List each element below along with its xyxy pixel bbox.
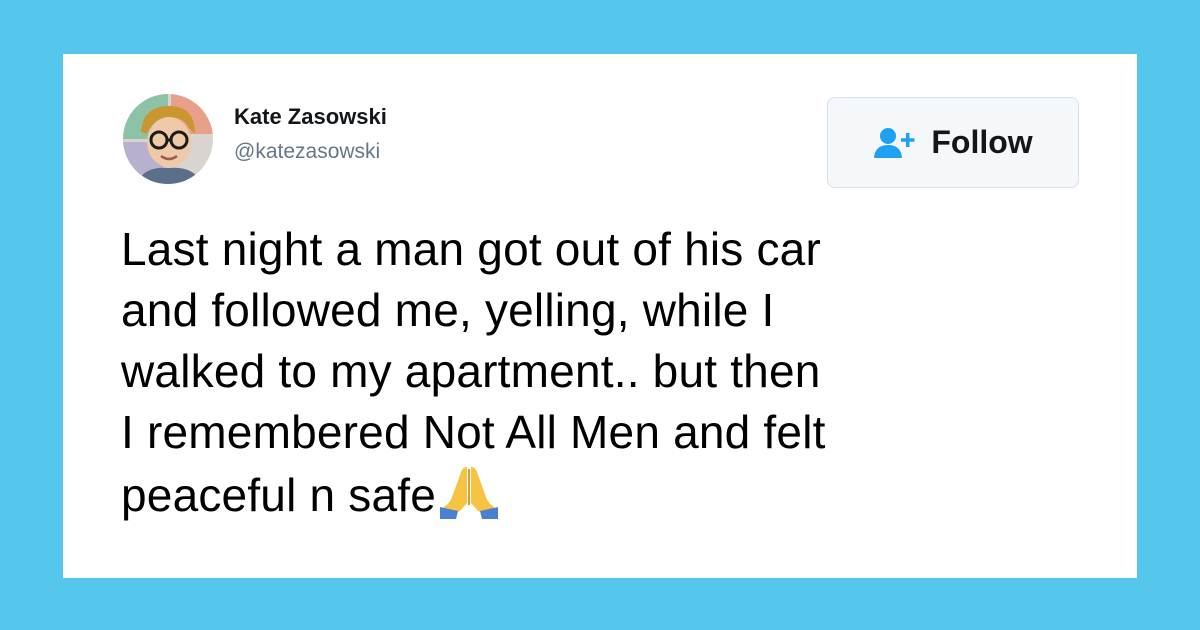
tweet-text-line: peaceful n safe (121, 463, 1081, 534)
add-user-icon (873, 126, 919, 160)
tweet-text-line: Last night a man got out of his car (121, 223, 821, 275)
tweet-text-line: walked to my apartment.. but then (121, 345, 821, 397)
tweet-text-line-content: peaceful n safe (121, 469, 437, 521)
user-handle[interactable]: @katezasowski (234, 140, 380, 164)
avatar[interactable] (123, 94, 213, 184)
display-name[interactable]: Kate Zasowski (234, 104, 387, 130)
tweet-text-line: and followed me, yelling, while I (121, 284, 775, 336)
tweet-text-line: I remembered Not All Men and felt (121, 402, 1081, 463)
folded-hands-emoji (440, 463, 499, 534)
avatar-illustration (123, 94, 213, 184)
follow-label: Follow (931, 124, 1033, 160)
page-background: Kate Zasowski @katezasowski Follow Last … (0, 0, 1200, 630)
tweet-text: Last night a man got out of his car and … (121, 219, 1081, 534)
tweet-text-line-content: I remembered Not All Men and felt (121, 406, 826, 458)
tweet-card: Kate Zasowski @katezasowski Follow Last … (63, 54, 1137, 578)
follow-button[interactable]: Follow (827, 97, 1079, 188)
